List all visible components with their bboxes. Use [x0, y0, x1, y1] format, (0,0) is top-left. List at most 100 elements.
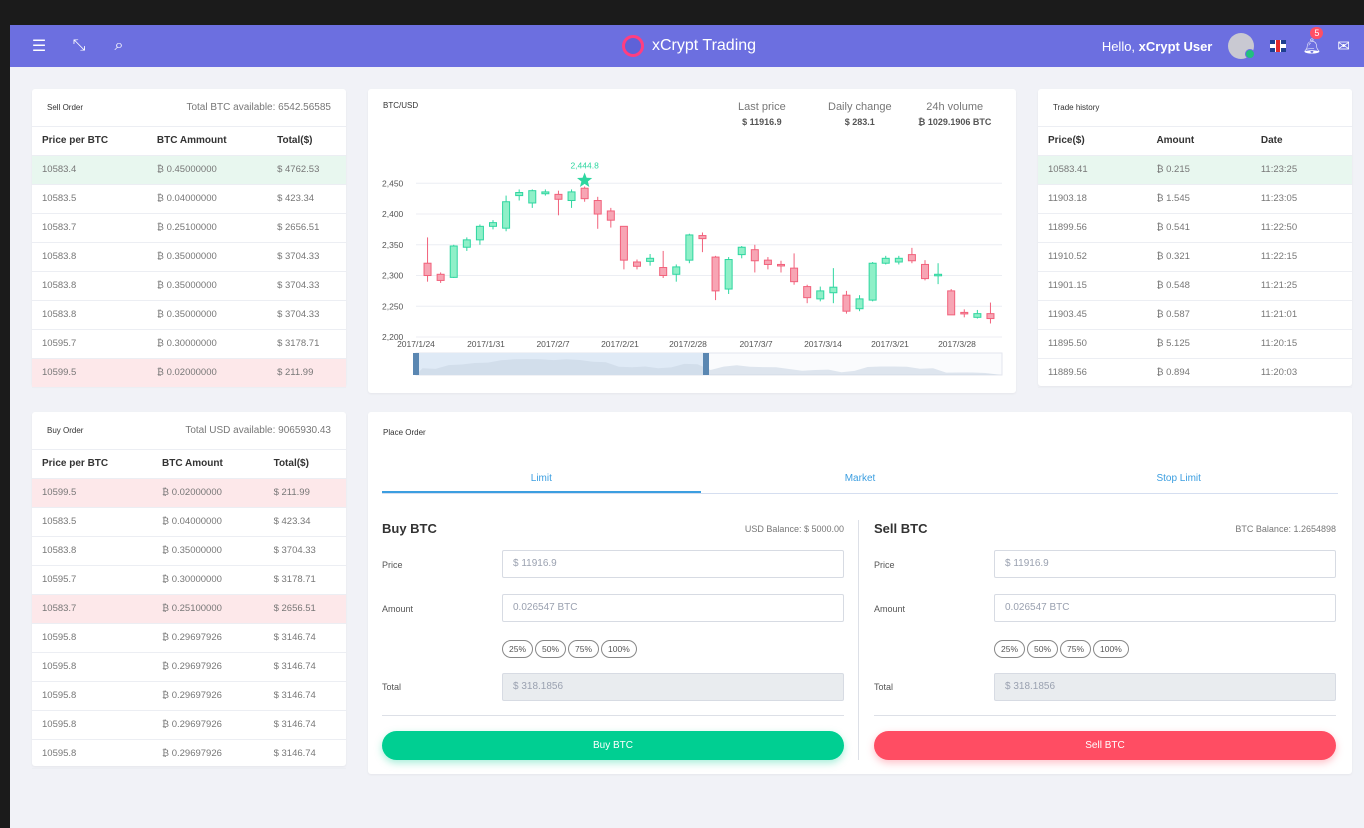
table-cell: 10595.8	[32, 739, 153, 769]
table-cell: ₿ 0.548	[1146, 271, 1251, 301]
tab-limit[interactable]: Limit	[382, 464, 701, 493]
y-tick-label: 2,250	[382, 301, 404, 311]
table-row[interactable]: 10583.7 ₿ 0.25100000 $ 2656.51	[32, 213, 346, 243]
candle-body	[528, 190, 537, 204]
sell-form-divider	[874, 715, 1336, 716]
navigator-right-handle[interactable]	[703, 353, 709, 375]
place-order-panel: Place Order Limit Market Stop Limit Buy …	[368, 412, 1352, 774]
table-row[interactable]: 10583.5 ₿ 0.04000000 $ 423.34	[32, 184, 346, 214]
candle-body	[580, 187, 589, 200]
table-row[interactable]: 10595.8 ₿ 0.29697926 $ 3146.74	[32, 710, 346, 740]
table-cell: $ 3704.33	[267, 271, 346, 301]
column-header: Amount	[1146, 127, 1251, 156]
table-cell: $ 3146.74	[263, 710, 346, 740]
table-cell: ₿ 1.545	[1146, 184, 1251, 214]
order-type-tabs: Limit Market Stop Limit	[382, 464, 1338, 494]
table-row[interactable]: 10595.7 ₿ 0.30000000 $ 3178.71	[32, 329, 346, 359]
bell-icon: 🔔︎	[1302, 38, 1322, 55]
sell-pct-50-button[interactable]: 50%	[1027, 640, 1059, 658]
candlestick-chart[interactable]: 2,4502,4002,3502,3002,2502,2002,444.8201…	[368, 149, 1016, 393]
table-row[interactable]: 11903.18 ₿ 1.545 11:23:05	[1038, 184, 1352, 214]
table-cell: ₿ 0.45000000	[146, 155, 268, 185]
brand[interactable]: xCrypt Trading	[622, 25, 756, 67]
candle-body	[672, 266, 681, 275]
sell-amount-input[interactable]: 0.026547 BTC	[994, 594, 1336, 622]
sell-price-input[interactable]: $ 11916.9	[994, 550, 1336, 578]
table-cell: ₿ 0.35000000	[152, 536, 264, 566]
table-cell: $ 3704.33	[263, 536, 346, 566]
column-header: Total($)	[267, 127, 346, 156]
sell-total-field: $ 318.1856	[994, 673, 1336, 701]
candle-body	[698, 235, 707, 240]
table-cell: $ 4762.53	[267, 155, 346, 185]
sell-form-title: Sell BTC	[874, 521, 928, 536]
mail-icon[interactable]: ✉	[1337, 37, 1350, 55]
table-row[interactable]: 10583.8 ₿ 0.35000000 $ 3704.33	[32, 536, 346, 566]
notifications-bell[interactable]: 🔔︎ 5	[1302, 27, 1324, 55]
sell-btc-button[interactable]: Sell BTC	[874, 731, 1336, 760]
table-cell: 11895.50	[1038, 329, 1147, 359]
sell-pct-75-button[interactable]: 75%	[1060, 640, 1092, 658]
table-row[interactable]: 10583.4 ₿ 0.45000000 $ 4762.53	[32, 155, 346, 185]
btc-balance: BTC Balance: 1.2654898	[1235, 524, 1336, 534]
candle-body	[449, 245, 458, 278]
avatar[interactable]	[1228, 33, 1256, 59]
table-cell: ₿ 0.30000000	[152, 565, 264, 595]
table-row[interactable]: 11901.15 ₿ 0.548 11:21:25	[1038, 271, 1352, 301]
table-row[interactable]: 10583.8 ₿ 0.35000000 $ 3704.33	[32, 242, 346, 272]
table-row[interactable]: 11895.50 ₿ 5.125 11:20:15	[1038, 329, 1352, 359]
table-row[interactable]: 10583.7 ₿ 0.25100000 $ 2656.51	[32, 594, 346, 624]
pair-label: BTC/USD	[383, 101, 419, 110]
table-row[interactable]: 10599.5 ₿ 0.02000000 $ 211.99	[32, 358, 346, 388]
buy-btc-button[interactable]: Buy BTC	[382, 731, 844, 760]
buy-pct-25-button[interactable]: 25%	[502, 640, 534, 658]
candle-body	[489, 222, 497, 227]
menu-icon[interactable]: ☰	[30, 36, 48, 56]
tab-stop-limit[interactable]: Stop Limit	[1019, 464, 1338, 493]
table-row[interactable]: 11889.56 ₿ 0.894 11:20:03	[1038, 358, 1352, 388]
candle-body	[829, 286, 838, 294]
table-cell: ₿ 0.29697926	[152, 681, 264, 711]
buy-pct-75-button[interactable]: 75%	[568, 640, 600, 658]
table-cell: 11889.56	[1038, 358, 1147, 388]
table-row[interactable]: 10595.8 ₿ 0.29697926 $ 3146.74	[32, 681, 346, 711]
table-row[interactable]: 10595.8 ₿ 0.29697926 $ 3146.74	[32, 623, 346, 653]
table-cell: 11910.52	[1038, 242, 1147, 272]
table-cell: ₿ 0.02000000	[152, 478, 264, 508]
buy-pct-50-button[interactable]: 50%	[535, 640, 567, 658]
table-row[interactable]: 10595.7 ₿ 0.30000000 $ 3178.71	[32, 565, 346, 595]
buy-order-table: Price per BTC BTC Amount Total($) 10599.5 ₿…	[32, 450, 346, 769]
tab-market[interactable]: Market	[701, 464, 1020, 493]
table-row[interactable]: 10583.41 ₿ 0.215 11:23:25	[1038, 155, 1352, 185]
table-row[interactable]: 10583.8 ₿ 0.35000000 $ 3704.33	[32, 271, 346, 301]
buy-amount-input[interactable]: 0.026547 BTC	[502, 594, 844, 622]
candle-body	[423, 262, 432, 277]
table-row[interactable]: 11910.52 ₿ 0.321 11:22:15	[1038, 242, 1352, 272]
table-cell: 10595.8	[32, 710, 153, 740]
table-cell: $ 211.99	[263, 478, 346, 508]
navigator-left-handle[interactable]	[413, 353, 419, 375]
sell-pct-100-button[interactable]: 100%	[1093, 640, 1129, 658]
table-row[interactable]: 10599.5 ₿ 0.02000000 $ 211.99	[32, 478, 346, 508]
table-cell: $ 3146.74	[263, 623, 346, 653]
search-icon[interactable]: ⌕	[110, 37, 128, 55]
table-row[interactable]: 10583.8 ₿ 0.35000000 $ 3704.33	[32, 300, 346, 330]
table-cell: ₿ 0.25100000	[152, 594, 264, 624]
table-row[interactable]: 10595.8 ₿ 0.29697926 $ 3146.74	[32, 652, 346, 682]
x-tick-label: 2017/2/21	[601, 339, 639, 349]
column-header: Price per BTC	[32, 127, 147, 156]
brand-logo-icon	[622, 35, 644, 57]
greeting-prefix: Hello,	[1101, 38, 1139, 54]
table-row[interactable]: 10595.8 ₿ 0.29697926 $ 3146.74	[32, 739, 346, 769]
uk-flag-icon[interactable]	[1270, 40, 1287, 52]
candle-body	[619, 225, 628, 261]
table-cell: ₿ 0.894	[1146, 358, 1251, 388]
buy-price-input[interactable]: $ 11916.9	[502, 550, 844, 578]
sell-pct-25-button[interactable]: 25%	[994, 640, 1026, 658]
table-row[interactable]: 10583.5 ₿ 0.04000000 $ 423.34	[32, 507, 346, 537]
table-row[interactable]: 11899.56 ₿ 0.541 11:22:50	[1038, 213, 1352, 243]
buy-pct-100-button[interactable]: 100%	[601, 640, 637, 658]
table-row[interactable]: 11903.45 ₿ 0.587 11:21:01	[1038, 300, 1352, 330]
collapse-icon[interactable]: ⤡	[70, 37, 88, 55]
table-cell: $ 3146.74	[263, 681, 346, 711]
